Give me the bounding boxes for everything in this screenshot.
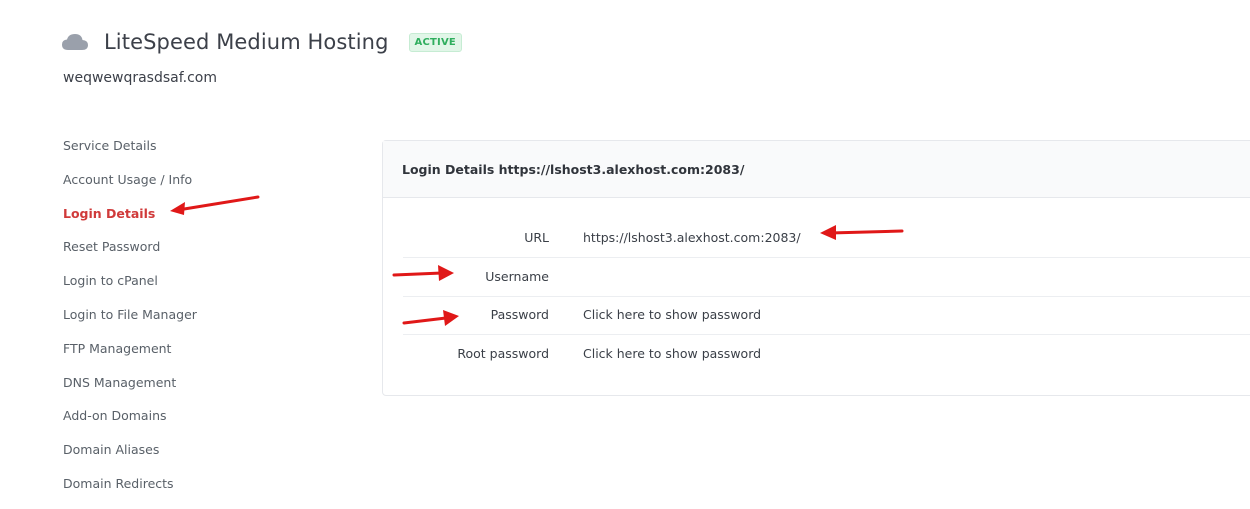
username-label: Username [485, 269, 549, 284]
sidebar-item-login-cpanel[interactable]: Login to cPanel [63, 272, 283, 306]
root-password-label: Root password [457, 346, 549, 361]
detail-row-username: Username [403, 258, 1250, 297]
show-password-link[interactable]: Click here to show password [583, 307, 761, 322]
show-root-password-link[interactable]: Click here to show password [583, 346, 761, 361]
page-title: LiteSpeed Medium Hosting [104, 30, 389, 54]
panel-title: Login Details https://lshost3.alexhost.c… [383, 141, 1250, 198]
detail-row-root-password: Root password Click here to show passwor… [403, 335, 1250, 373]
sidebar-item-domain-aliases[interactable]: Domain Aliases [63, 441, 283, 475]
cloud-icon [62, 34, 88, 50]
detail-row-password: Password Click here to show password [403, 296, 1250, 335]
sidebar-item-reset-password[interactable]: Reset Password [63, 238, 283, 272]
login-details-panel: Login Details https://lshost3.alexhost.c… [382, 140, 1250, 396]
sidebar-item-ftp-management[interactable]: FTP Management [63, 340, 283, 374]
annotation-arrow-password [402, 310, 459, 326]
status-badge: ACTIVE [408, 32, 462, 52]
product-header: LiteSpeed Medium Hosting ACTIVE [62, 26, 462, 58]
sidebar-item-domain-redirects[interactable]: Domain Redirects [63, 475, 283, 509]
annotation-arrow-username [392, 265, 454, 281]
password-label: Password [490, 307, 549, 322]
domain-name: weqwewqrasdsaf.com [63, 70, 217, 86]
url-value: https://lshost3.alexhost.com:2083/ [583, 230, 801, 245]
sidebar-item-service-details[interactable]: Service Details [63, 137, 283, 171]
url-label: URL [524, 230, 549, 245]
sidebar-item-login-file-manager[interactable]: Login to File Manager [63, 306, 283, 340]
sidebar-item-dns-management[interactable]: DNS Management [63, 374, 283, 408]
annotation-arrow-login-details [170, 195, 260, 215]
annotation-arrow-url [820, 225, 904, 240]
sidebar-item-addon-domains[interactable]: Add-on Domains [63, 407, 283, 441]
